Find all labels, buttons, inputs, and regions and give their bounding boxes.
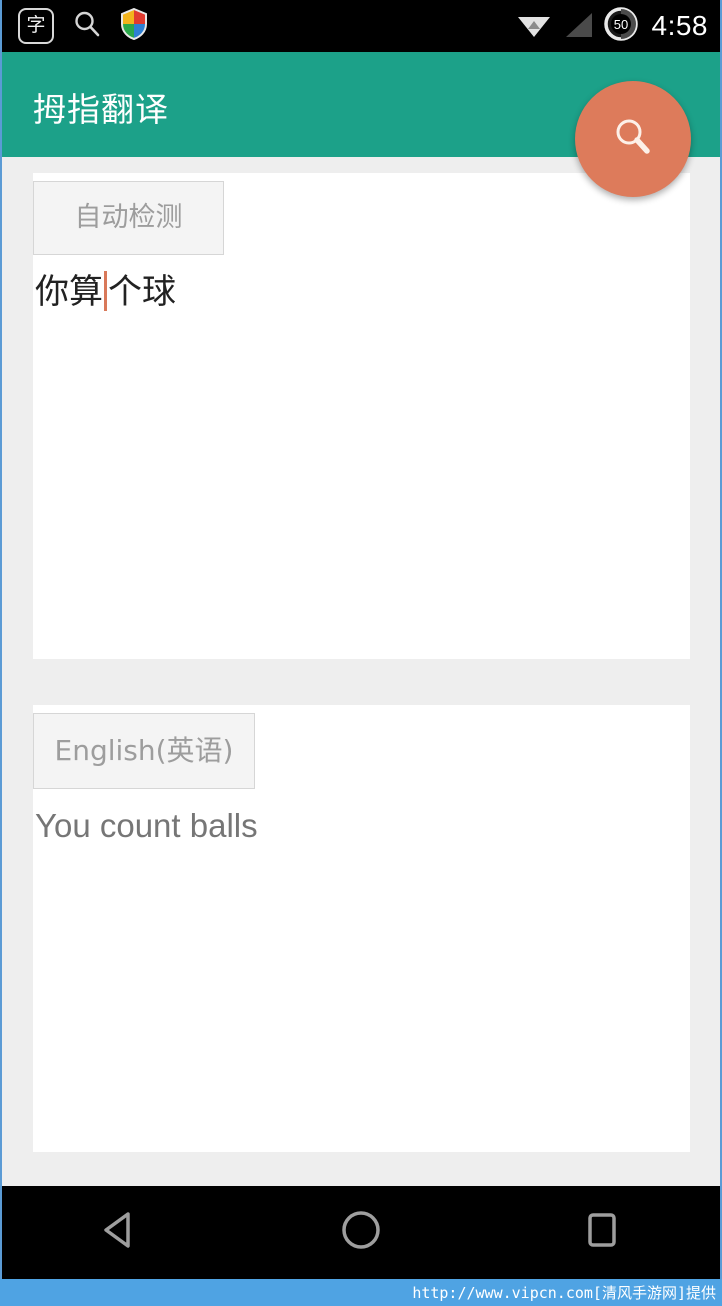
translation-result-text: You count balls	[35, 807, 258, 844]
page-title: 拇指翻译	[33, 90, 169, 129]
status-bar: 字 50 4:58	[0, 0, 722, 52]
source-text-input[interactable]: 你算 个球	[35, 271, 176, 313]
source-text-after-caret: 个球	[108, 272, 176, 312]
nav-back-button[interactable]	[0, 1186, 241, 1279]
search-fab-button[interactable]	[575, 81, 691, 197]
nav-home-button[interactable]	[241, 1186, 482, 1279]
source-text-area[interactable]: 你算 个球	[33, 255, 690, 313]
security-shield-icon	[120, 7, 148, 45]
recents-square-icon	[576, 1204, 628, 1261]
search-notification-icon	[72, 9, 102, 44]
status-bar-left-icons: 字	[18, 7, 148, 45]
status-bar-right-icons: 50 4:58	[516, 6, 709, 46]
nav-recents-button[interactable]	[481, 1186, 722, 1279]
text-caret	[104, 271, 107, 311]
android-phone-screen: 字 50 4:58 拇指翻译 自动检测 你算 个球 English(英语) Yo…	[0, 0, 722, 1306]
source-text-before-caret: 你算	[35, 272, 103, 312]
search-icon	[610, 114, 656, 165]
watermark-text: http://www.vipcn.com[清风手游网]提供	[412, 1284, 716, 1302]
status-bar-clock: 4:58	[651, 10, 708, 41]
home-circle-icon	[335, 1204, 387, 1261]
watermark-bar: http://www.vipcn.com[清风手游网]提供	[0, 1279, 722, 1306]
wifi-icon	[516, 9, 552, 44]
source-language-selector[interactable]: 自动检测	[33, 181, 224, 255]
signal-bars-icon	[562, 9, 594, 44]
navigation-bar	[0, 1186, 722, 1279]
battery-icon: 50	[603, 6, 638, 46]
chinese-character-app-icon: 字	[18, 8, 54, 44]
capture-frame-left-edge	[0, 0, 2, 1279]
translation-content: 自动检测 你算 个球 English(英语) You count balls	[0, 157, 722, 1186]
source-text-card: 自动检测 你算 个球	[33, 173, 690, 659]
target-text-area: You count balls	[33, 789, 690, 847]
target-language-selector[interactable]: English(英语)	[33, 713, 255, 789]
target-text-card: English(英语) You count balls	[33, 705, 690, 1152]
svg-text:50: 50	[613, 17, 627, 32]
back-triangle-icon	[94, 1204, 146, 1261]
